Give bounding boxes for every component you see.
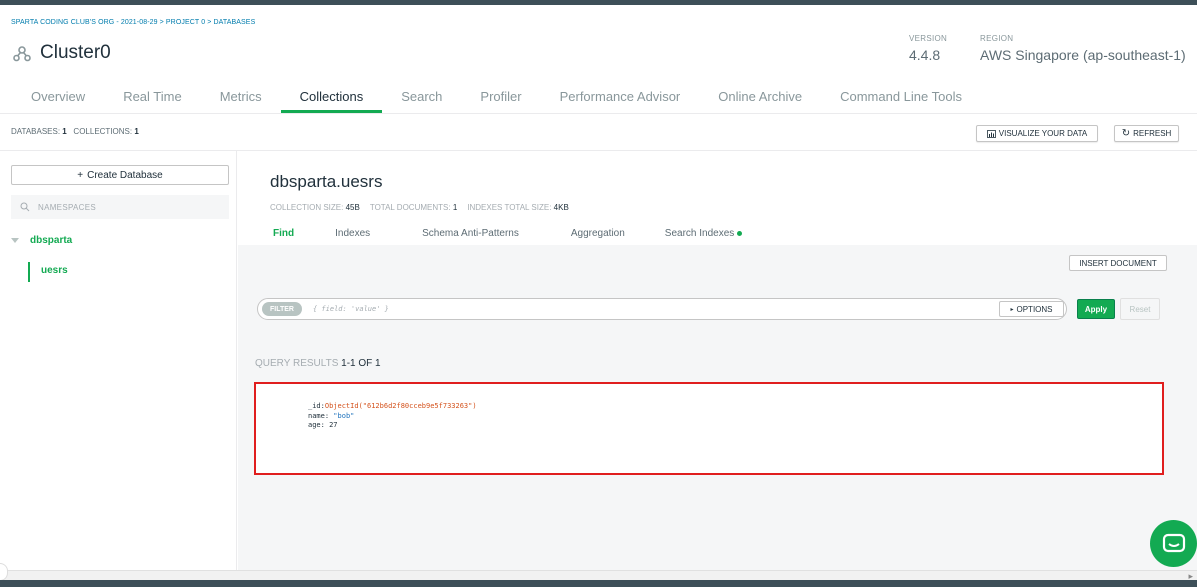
tab-command-line-tools[interactable]: Command Line Tools [821, 88, 981, 113]
cluster-icon [13, 46, 31, 62]
sidebar: + Create Database NAMESPACES dbsparta ue… [0, 151, 237, 570]
version-value: 4.4.8 [909, 47, 941, 63]
top-window-bar [0, 0, 1197, 5]
cluster-header: Cluster0 [12, 42, 111, 64]
visualize-data-label: VISUALIZE YOUR DATA [998, 129, 1088, 138]
field-age-key: age: [308, 421, 325, 429]
field-id-value: ObjectId("612b6d2f80cceb9e5f733263") [324, 402, 477, 410]
tab-performance-advisor[interactable]: Performance Advisor [541, 88, 700, 113]
cluster-name: Cluster0 [40, 42, 111, 63]
collection-title: dbsparta.uesrs [270, 172, 383, 191]
subtab-aggregation[interactable]: Aggregation [571, 228, 625, 239]
insert-document-button[interactable]: INSERT DOCUMENT [1069, 255, 1167, 271]
collection-header: dbsparta.uesrs COLLECTION SIZE: 45B TOTA… [238, 151, 1197, 245]
tab-profiler[interactable]: Profiler [461, 88, 540, 113]
refresh-button[interactable]: ↻ REFRESH [1114, 125, 1179, 142]
breadcrumb[interactable]: SPARTA CODING CLUB'S ORG - 2021-08-29 > … [11, 19, 255, 26]
total-documents-label: TOTAL DOCUMENTS: [369, 203, 451, 212]
options-button[interactable]: ▸ OPTIONS [999, 301, 1064, 317]
field-id: _id:ObjectId("612b6d2f80cceb9e5f733263") [308, 402, 477, 412]
filter-tag: FILTER [262, 302, 302, 316]
chat-icon [1162, 533, 1185, 552]
total-documents-value: 1 [452, 203, 458, 212]
document-card[interactable]: _id:ObjectId("612b6d2f80cceb9e5f733263")… [254, 382, 1164, 475]
indexes-size-value: 4KB [553, 203, 569, 212]
search-icon [20, 202, 30, 212]
subtab-search-indexes[interactable]: Search Indexes [665, 228, 743, 239]
bottom-window-bar [0, 580, 1197, 587]
options-label: OPTIONS [1016, 304, 1053, 314]
tab-collections[interactable]: Collections [280, 88, 383, 113]
tabs-divider [0, 113, 1197, 114]
tab-metrics[interactable]: Metrics [201, 88, 281, 113]
indexes-size-label: INDEXES TOTAL SIZE: [467, 203, 552, 212]
plus-icon: + [77, 169, 84, 181]
database-stats: DATABASES: 1 COLLECTIONS: 1 [11, 127, 139, 136]
reset-button[interactable]: Reset [1120, 298, 1160, 320]
tab-real-time[interactable]: Real Time [104, 88, 201, 113]
collection-subtabs: Find Indexes Schema Anti-Patterns Aggreg… [273, 228, 794, 239]
database-name: dbsparta [30, 235, 73, 246]
collection-stats: COLLECTION SIZE: 45B TOTAL DOCUMENTS: 1 … [270, 203, 569, 212]
subtab-find[interactable]: Find [273, 228, 294, 239]
apply-button[interactable]: Apply [1077, 299, 1115, 319]
region-value: AWS Singapore (ap-southeast-1) [980, 47, 1186, 63]
field-name-value: "bob" [333, 411, 355, 420]
region-label: REGION [980, 34, 1014, 43]
query-results-range: 1-1 OF 1 [341, 358, 381, 369]
query-results-label: QUERY RESULTS [255, 358, 339, 369]
create-database-button[interactable]: + Create Database [11, 165, 229, 185]
region-info: REGION AWS Singapore (ap-southeast-1) [980, 34, 1186, 63]
sidebar-collection-uesrs[interactable]: uesrs [28, 262, 68, 282]
caret-right-icon: ▸ [1010, 306, 1014, 313]
tab-online-archive[interactable]: Online Archive [699, 88, 821, 113]
query-results-summary: QUERY RESULTS 1-1 OF 1 [255, 358, 381, 369]
collection-size-value: 45B [345, 203, 360, 212]
filter-input[interactable]: { field: 'value' } [313, 305, 389, 313]
databases-count: 1 [62, 127, 67, 136]
subtab-search-indexes-label: Search Indexes [664, 228, 735, 239]
caret-down-icon [11, 238, 19, 243]
collection-size-label: COLLECTION SIZE: [270, 203, 344, 212]
field-age-value: 27 [329, 421, 338, 429]
subtab-indexes[interactable]: Indexes [335, 228, 370, 239]
namespace-search-placeholder: NAMESPACES [38, 202, 96, 212]
create-database-label: Create Database [87, 169, 163, 181]
refresh-icon: ↻ [1121, 128, 1131, 139]
document-fields: _id:ObjectId("612b6d2f80cceb9e5f733263")… [308, 402, 477, 431]
databases-label: DATABASES: [11, 127, 61, 136]
field-name: name: "bob" [308, 412, 477, 422]
sidebar-database-dbsparta[interactable]: dbsparta [11, 235, 72, 246]
tab-overview[interactable]: Overview [12, 88, 104, 113]
chart-icon [986, 129, 996, 138]
namespace-search-input[interactable]: NAMESPACES [11, 195, 229, 219]
filter-bar: FILTER { field: 'value' } ▸ OPTIONS [257, 298, 1067, 320]
collections-label: COLLECTIONS: [73, 127, 133, 136]
collections-count: 1 [134, 127, 139, 136]
cluster-tabs: Overview Real Time Metrics Collections S… [12, 88, 981, 113]
field-age: age: 27 [308, 421, 477, 431]
status-dot-icon [737, 230, 743, 236]
chat-support-button[interactable] [1150, 520, 1197, 567]
field-name-key: name: [308, 411, 330, 420]
subtab-schema-anti-patterns[interactable]: Schema Anti-Patterns [422, 228, 519, 239]
tab-search[interactable]: Search [382, 88, 461, 113]
version-label: VERSION [909, 34, 948, 43]
field-id-key: _id: [308, 402, 325, 410]
refresh-label: REFRESH [1133, 129, 1172, 138]
horizontal-scrollbar[interactable]: ▸ [0, 563, 1197, 581]
version-info: VERSION 4.4.8 [909, 34, 947, 63]
visualize-data-button[interactable]: VISUALIZE YOUR DATA [976, 125, 1098, 142]
